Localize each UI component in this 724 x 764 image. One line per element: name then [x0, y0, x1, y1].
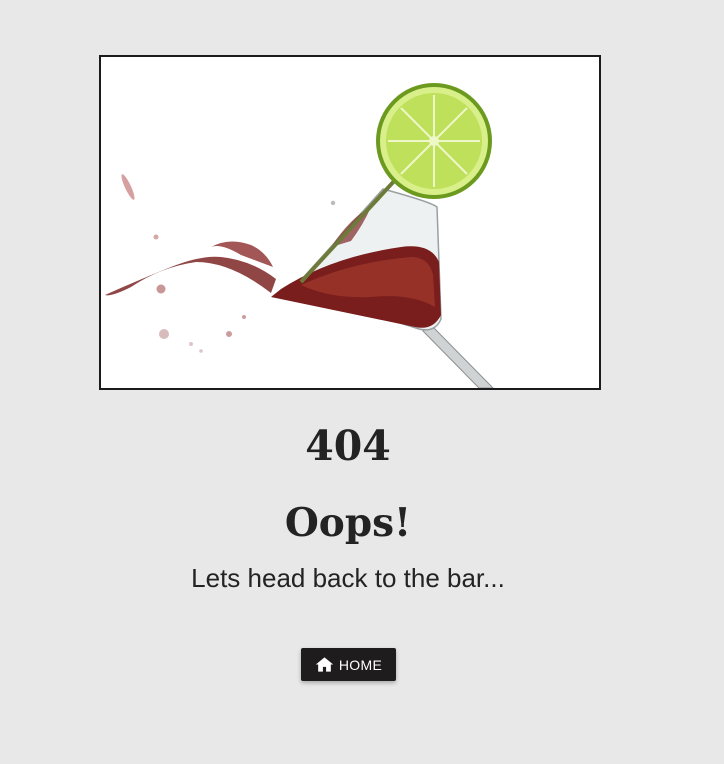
error-title: Oops! — [284, 500, 412, 546]
home-button-label: HOME — [338, 656, 383, 673]
home-button[interactable]: HOME — [301, 648, 396, 681]
home-icon — [315, 656, 334, 673]
error-message: Lets head back to the bar... — [191, 563, 505, 593]
martini-splash-illustration — [101, 57, 599, 388]
error-code: 404 — [305, 422, 391, 470]
hero-image — [99, 55, 601, 390]
